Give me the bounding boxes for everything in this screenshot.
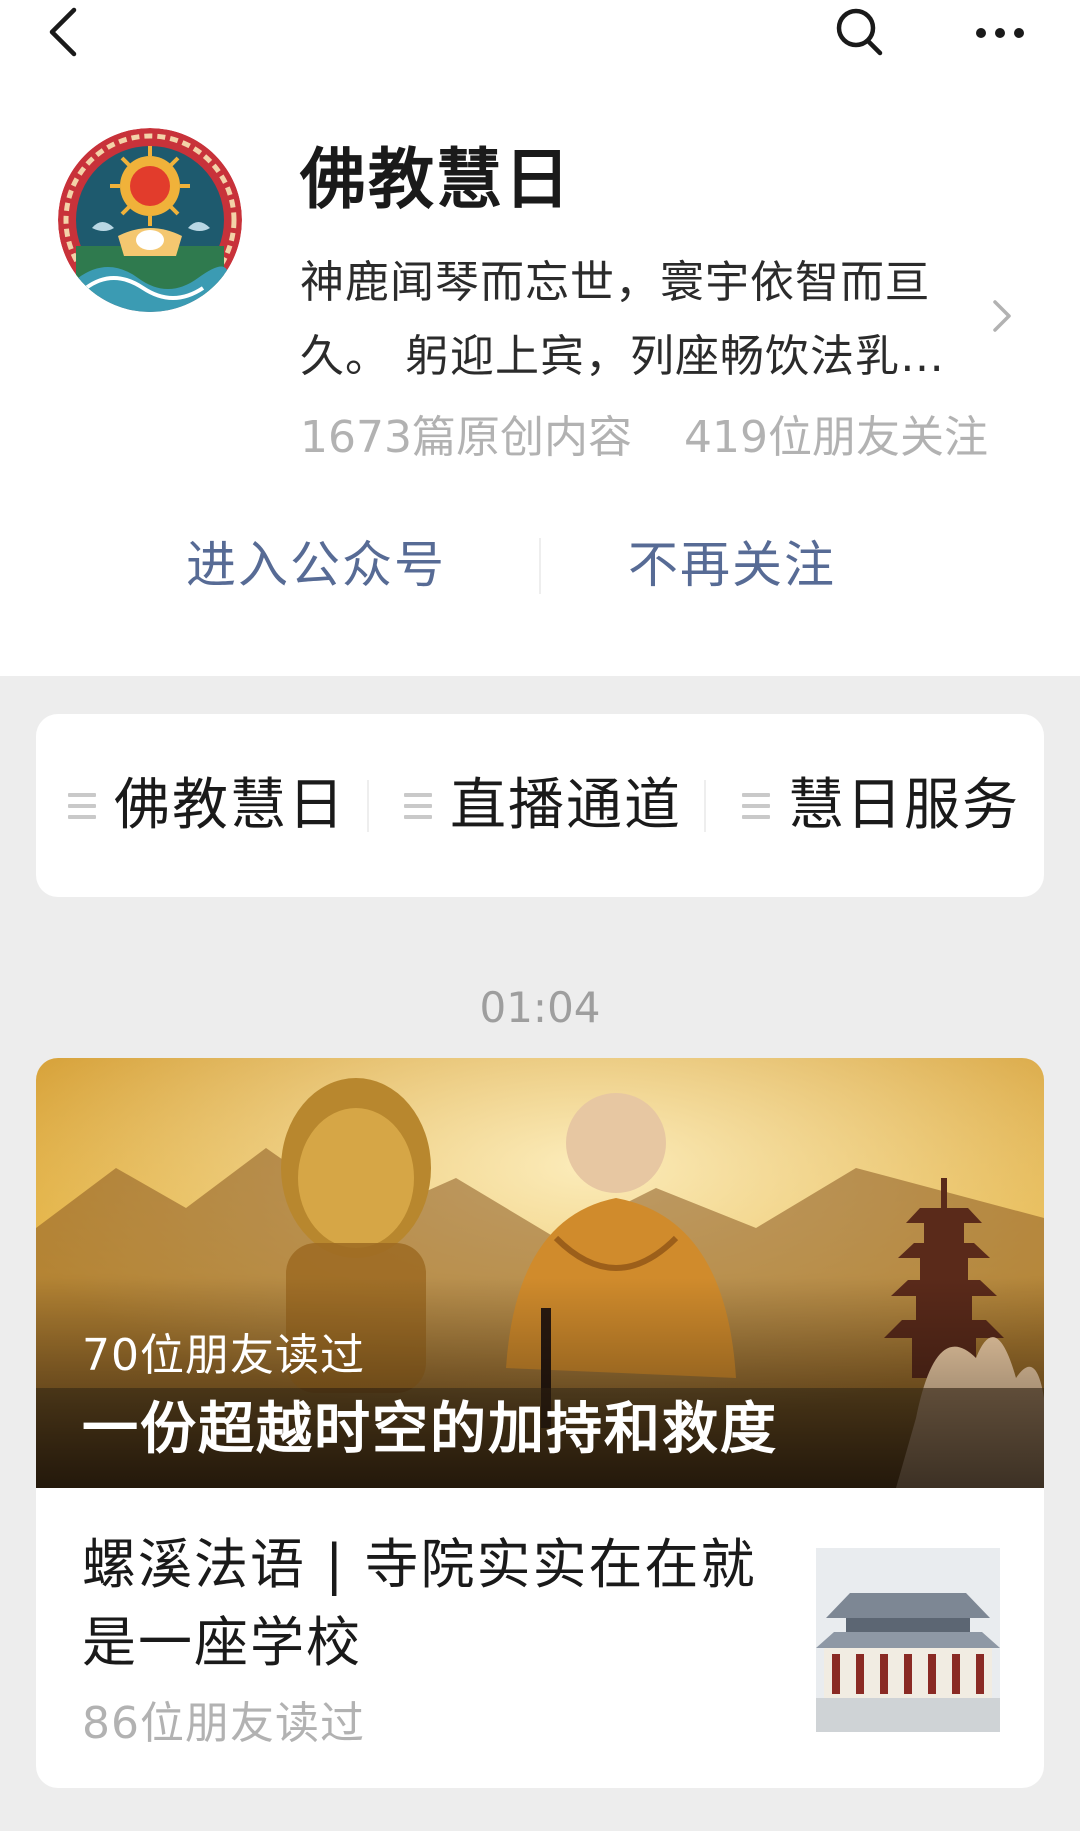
account-menu-bar: 佛教慧日 直播通道 慧日服务 bbox=[36, 714, 1044, 897]
menu-item-services[interactable]: 慧日服务 bbox=[742, 714, 1020, 897]
menu-list-icon bbox=[404, 792, 432, 819]
sub-article-reads: 86位朋友读过 bbox=[82, 1698, 365, 1749]
menu-item-label: 直播通道 bbox=[450, 772, 682, 838]
top-article-title: 一份超越时空的加持和救度 bbox=[82, 1397, 778, 1462]
top-navigation-bar bbox=[0, 0, 1080, 70]
menu-item-huiri[interactable]: 佛教慧日 bbox=[68, 714, 346, 897]
message-timestamp: 01:04 bbox=[479, 983, 601, 1032]
sub-article-title: 螺溪法语 | 寺院实实在在就是一座学校 bbox=[82, 1533, 757, 1674]
enter-account-button[interactable]: 进入公众号 bbox=[186, 530, 446, 600]
menu-divider bbox=[367, 780, 369, 832]
top-article[interactable]: 70位朋友读过 一份超越时空的加持和救度 bbox=[36, 1058, 1044, 1488]
menu-list-icon bbox=[68, 792, 96, 819]
back-button[interactable] bbox=[44, 6, 84, 58]
menu-item-label: 慧日服务 bbox=[788, 772, 1020, 838]
search-icon bbox=[836, 8, 883, 56]
menu-list-icon bbox=[742, 792, 770, 819]
top-article-reads: 70位朋友读过 bbox=[82, 1330, 365, 1381]
action-divider bbox=[539, 538, 541, 594]
more-options-button[interactable] bbox=[970, 10, 1030, 50]
more-dots-icon bbox=[995, 28, 1005, 38]
account-actions: 进入公众号 不再关注 bbox=[0, 530, 1080, 600]
account-avatar[interactable] bbox=[58, 128, 242, 312]
search-button[interactable] bbox=[834, 6, 884, 58]
chevron-left-icon bbox=[49, 7, 77, 57]
account-name: 佛教慧日 bbox=[300, 141, 572, 218]
article-message-card: 70位朋友读过 一份超越时空的加持和救度 螺溪法语 | 寺院实实在在就是一座学校… bbox=[36, 1058, 1044, 1788]
follower-count: 419位朋友关注 bbox=[683, 412, 988, 463]
account-profile-header: 佛教慧日 神鹿闻琴而忘世，寰宇依智而亘久。 躬迎上宾，列座畅饮法乳… 1673篇… bbox=[0, 0, 1080, 676]
sub-article-thumbnail bbox=[816, 1548, 1000, 1732]
menu-item-label: 佛教慧日 bbox=[114, 772, 346, 838]
menu-divider bbox=[704, 780, 706, 832]
chevron-right-icon[interactable] bbox=[990, 298, 1014, 334]
more-dots-icon bbox=[976, 28, 986, 38]
account-stats: 1673篇原创内容 419位朋友关注 bbox=[300, 408, 988, 468]
original-content-count: 1673篇原创内容 bbox=[300, 412, 632, 463]
more-dots-icon bbox=[1014, 28, 1024, 38]
account-description[interactable]: 神鹿闻琴而忘世，寰宇依智而亘久。 躬迎上宾，列座畅饮法乳… bbox=[300, 246, 980, 394]
account-logo-image bbox=[58, 128, 242, 312]
menu-item-live[interactable]: 直播通道 bbox=[404, 714, 682, 897]
temple-thumbnail-image bbox=[816, 1548, 1000, 1732]
unfollow-button[interactable]: 不再关注 bbox=[628, 530, 836, 600]
